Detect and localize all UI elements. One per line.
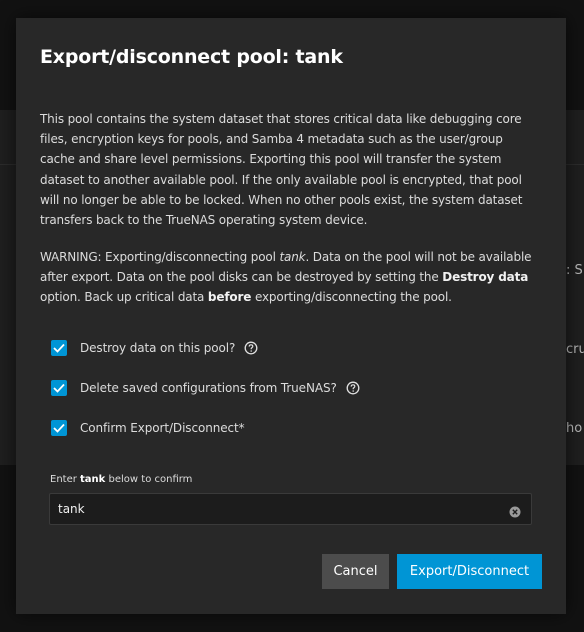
cancel-button[interactable]: Cancel: [322, 554, 389, 589]
destroy-data-checkbox[interactable]: [51, 340, 67, 356]
check-icon: [53, 423, 65, 433]
delete-configurations-label: Delete saved configurations from TrueNAS…: [80, 381, 337, 395]
warning-middle2: option. Back up critical data: [40, 290, 208, 305]
confirm-label-pool: tank: [80, 474, 106, 485]
warning-prefix: WARNING: Exporting/disconnecting pool: [40, 250, 280, 264]
confirm-export-checkbox[interactable]: [51, 420, 67, 436]
background-text-3: ho: [566, 421, 583, 436]
system-dataset-notice: This pool contains the system dataset th…: [40, 112, 523, 228]
confirm-export-label: Confirm Export/Disconnect*: [80, 421, 245, 435]
check-icon: [53, 343, 65, 353]
destroy-data-option: Destroy data on this pool?: [51, 339, 258, 357]
confirm-label-suffix: below to confirm: [105, 474, 193, 485]
warning-before: before: [207, 290, 252, 305]
warning-text: WARNING: Exporting/disconnecting pool ta…: [40, 247, 540, 308]
delete-configurations-option: Delete saved configurations from TrueNAS…: [51, 379, 360, 397]
warning-pool-name: tank: [279, 250, 306, 264]
export-disconnect-dialog: Export/disconnect pool: tank This pool c…: [16, 18, 566, 614]
check-icon: [53, 383, 65, 393]
clear-icon[interactable]: [509, 503, 521, 518]
help-icon[interactable]: [346, 381, 360, 395]
export-disconnect-button[interactable]: Export/Disconnect: [397, 554, 542, 589]
destroy-data-label: Destroy data on this pool?: [80, 341, 236, 355]
background-text-1: : S: [566, 263, 583, 278]
confirm-export-option: Confirm Export/Disconnect*: [51, 419, 245, 437]
warning-suffix: exporting/disconnecting the pool.: [251, 290, 452, 305]
dialog-title: Export/disconnect pool: tank: [40, 46, 343, 68]
warning-destroy-data: Destroy data: [442, 270, 529, 285]
confirm-pool-name-input[interactable]: [50, 494, 498, 524]
delete-configurations-checkbox[interactable]: [51, 380, 67, 396]
confirm-input-label: Enter tank below to confirm: [50, 474, 192, 485]
confirm-input-container: [49, 493, 532, 525]
background-text-2: cru: [566, 342, 584, 357]
help-icon[interactable]: [244, 341, 258, 355]
confirm-label-prefix: Enter: [50, 474, 81, 485]
